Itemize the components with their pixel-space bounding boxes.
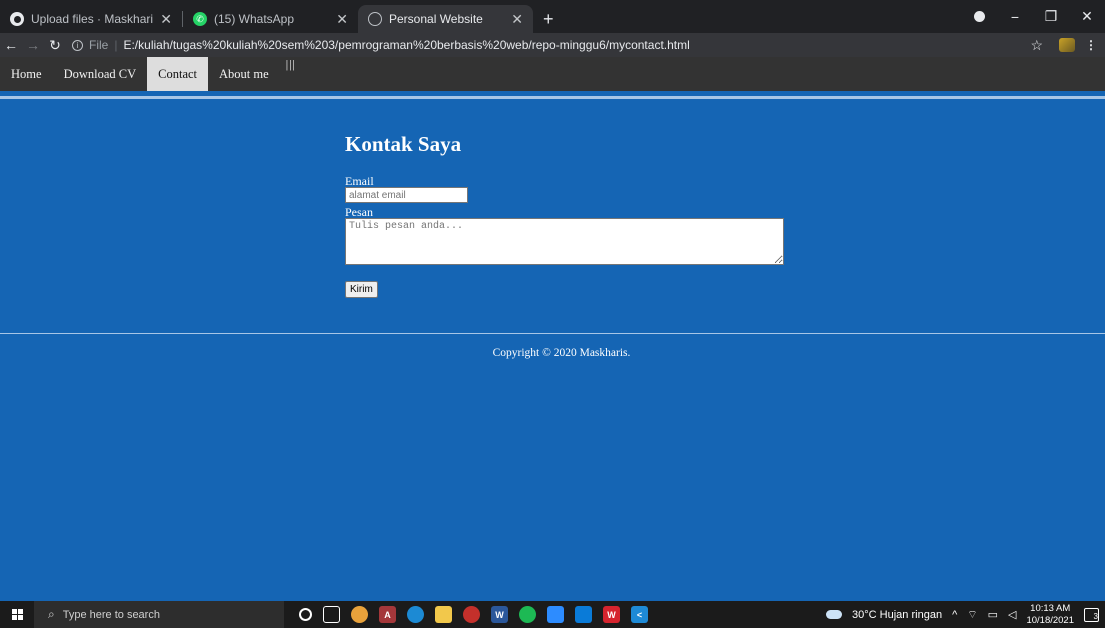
spotify-icon[interactable] — [519, 606, 536, 623]
weather-cloud-icon — [826, 610, 843, 619]
page-title: Kontak Saya — [345, 132, 462, 156]
tray-chevron-icon[interactable]: ^ — [952, 609, 957, 621]
chrome-icon[interactable] — [351, 606, 368, 623]
footer-divider — [0, 333, 1105, 334]
search-icon: ⌕ — [48, 607, 55, 621]
url-scheme: File — [89, 38, 109, 52]
close-icon[interactable]: ✕ — [160, 11, 172, 28]
taskbar-apps: A W W < — [299, 606, 648, 623]
browser-menu-icon[interactable]: ⋮ — [1085, 38, 1097, 52]
message-label: Pesan — [345, 205, 373, 219]
email-field[interactable] — [345, 187, 468, 203]
tab-github[interactable]: Upload files · Maskharis/pemrog ✕ — [0, 5, 182, 33]
nav-home[interactable]: Home — [0, 57, 53, 91]
email-label: Email — [345, 174, 374, 188]
tab-title: Upload files · Maskharis/pemrog — [31, 12, 154, 26]
extension-icon[interactable] — [1059, 38, 1075, 52]
bookmark-star-icon[interactable]: ☆ — [1030, 37, 1043, 54]
browser-tab-strip: Upload files · Maskharis/pemrog ✕ ✆ (15)… — [0, 0, 1105, 33]
taskbar-clock[interactable]: 10:13 AM 10/18/2021 — [1026, 603, 1074, 627]
github-icon — [10, 12, 24, 26]
taskbar-search[interactable]: ⌕ Type here to search — [34, 601, 284, 628]
url-separator: | — [114, 38, 118, 52]
tab-personal-website[interactable]: Personal Website ✕ — [358, 5, 533, 33]
wps-icon[interactable]: W — [603, 606, 620, 623]
tab-title: (15) WhatsApp — [214, 12, 295, 26]
window-controls: − ❐ ✕ — [961, 0, 1105, 33]
clock-date: 10/18/2021 — [1026, 614, 1074, 626]
copyright-text: Copyright © 2020 Maskharis. — [492, 347, 631, 359]
whatsapp-icon: ✆ — [193, 12, 207, 26]
new-tab-button[interactable]: + — [533, 5, 564, 33]
window-close-icon[interactable]: ✕ — [1069, 8, 1105, 25]
word-icon[interactable]: W — [491, 606, 508, 623]
address-bar[interactable]: i File | E:/kuliah/tugas%20kuliah%20sem%… — [72, 38, 1030, 52]
cortana-icon[interactable] — [299, 608, 312, 621]
notification-icon[interactable]: 3 — [1084, 607, 1099, 622]
profile-icon[interactable] — [961, 11, 997, 22]
site-nav: Home Download CV Contact About me ||| — [0, 57, 1105, 91]
tab-title: Personal Website — [389, 12, 483, 26]
weather-text[interactable]: 30°C Hujan ringan — [852, 609, 942, 621]
info-icon[interactable]: i — [72, 39, 83, 51]
nav-about-me[interactable]: About me — [208, 57, 280, 91]
volume-icon[interactable]: ◁ — [1008, 608, 1016, 621]
url-text[interactable]: E:/kuliah/tugas%20kuliah%20sem%203/pemro… — [123, 38, 689, 52]
hamburger-icon[interactable]: ||| — [280, 57, 302, 91]
mail-icon[interactable] — [575, 606, 592, 623]
vscode-icon[interactable]: < — [631, 606, 648, 623]
nav-divider — [0, 96, 1105, 99]
zoom-icon[interactable] — [547, 606, 564, 623]
submit-button[interactable]: Kirim — [345, 281, 378, 298]
globe-icon — [368, 12, 382, 26]
back-arrow-icon[interactable]: ← — [0, 37, 22, 53]
close-icon[interactable]: ✕ — [336, 11, 348, 28]
task-view-icon[interactable] — [323, 606, 340, 623]
minimize-icon[interactable]: − — [997, 9, 1033, 25]
browser-toolbar: ← → ↻ i File | E:/kuliah/tugas%20kuliah%… — [0, 33, 1105, 57]
contact-form: Email Pesan Kirim — [345, 175, 790, 298]
nav-download-cv[interactable]: Download CV — [53, 57, 148, 91]
message-field[interactable] — [345, 218, 784, 265]
access-icon[interactable]: A — [379, 606, 396, 623]
nav-contact[interactable]: Contact — [147, 57, 209, 91]
app-icon[interactable] — [463, 606, 480, 623]
tab-whatsapp[interactable]: ✆ (15) WhatsApp ✕ — [183, 5, 358, 33]
maximize-icon[interactable]: ❐ — [1033, 8, 1069, 25]
windows-start-icon[interactable] — [0, 609, 34, 620]
close-icon[interactable]: ✕ — [511, 11, 523, 28]
clock-time: 10:13 AM — [1030, 602, 1071, 614]
edge-icon[interactable] — [407, 606, 424, 623]
battery-icon[interactable]: ▭ — [988, 608, 998, 621]
search-placeholder: Type here to search — [62, 608, 160, 621]
contact-section: Kontak Saya Email Pesan Kirim — [345, 132, 790, 298]
taskbar: ⌕ Type here to search A W W < 30°C Hujan… — [0, 601, 1105, 628]
file-explorer-icon[interactable] — [435, 606, 452, 623]
system-tray: 30°C Hujan ringan ^ ⌔ ▭ ◁ 10:13 AM 10/18… — [826, 603, 1105, 627]
reload-icon[interactable]: ↻ — [44, 37, 66, 54]
wifi-icon[interactable]: ⌔ — [967, 608, 977, 622]
forward-arrow-icon[interactable]: → — [22, 37, 44, 53]
